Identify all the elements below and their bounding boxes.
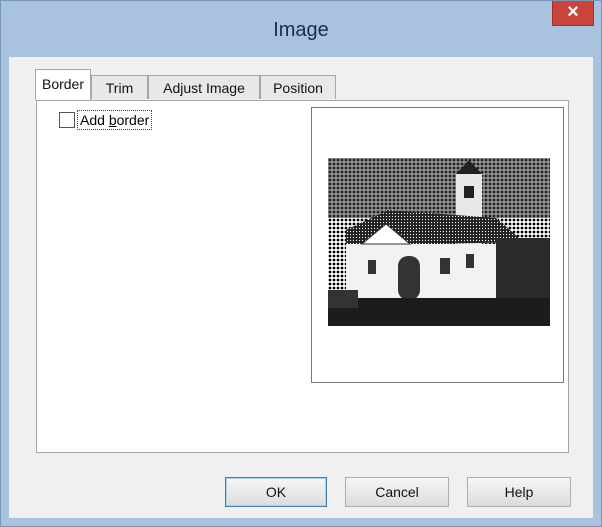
border-tab-panel: Add border <box>36 100 569 453</box>
title-bar[interactable]: Image × <box>1 1 601 57</box>
ok-button[interactable]: OK <box>225 477 327 507</box>
image-dialog: Image × Border Trim Adjust Image Positio… <box>0 0 602 527</box>
dialog-title: Image <box>273 19 329 41</box>
tab-trim[interactable]: Trim <box>91 75 148 99</box>
image-preview-frame <box>311 107 564 383</box>
tab-border[interactable]: Border <box>35 69 91 100</box>
help-button[interactable]: Help <box>467 477 571 507</box>
dialog-client-area: Border Trim Adjust Image Position Add bo… <box>9 57 593 518</box>
add-border-label-text: Add border <box>80 112 150 128</box>
tab-adjust-image[interactable]: Adjust Image <box>148 75 260 99</box>
add-border-checkbox[interactable] <box>59 112 75 128</box>
church-photo-preview-icon <box>328 158 550 326</box>
close-icon: × <box>567 1 579 23</box>
add-border-label[interactable]: Add border <box>77 110 153 130</box>
tab-position[interactable]: Position <box>260 75 336 99</box>
close-button[interactable]: × <box>552 1 594 26</box>
cancel-button[interactable]: Cancel <box>345 477 449 507</box>
